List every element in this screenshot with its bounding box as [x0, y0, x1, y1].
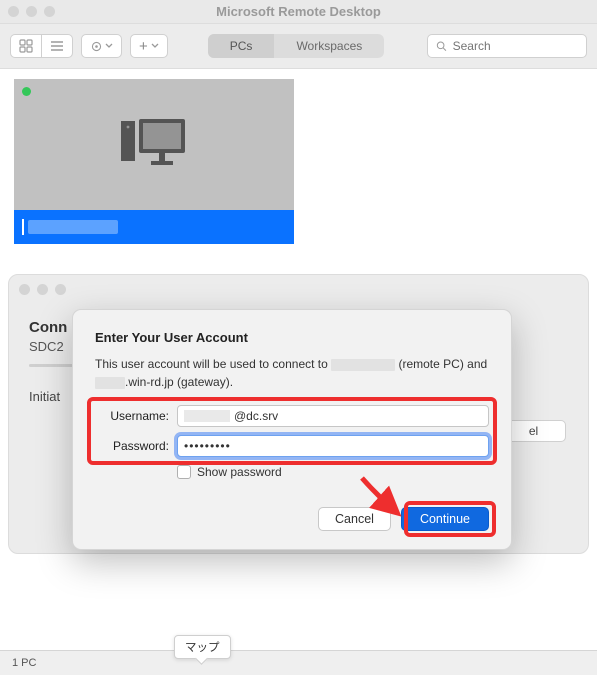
username-field[interactable]: @dc.srv — [177, 405, 489, 427]
gear-icon — [90, 40, 103, 53]
tab-pcs[interactable]: PCs — [208, 34, 275, 58]
redacted-username — [184, 410, 230, 422]
redacted-gateway — [95, 377, 125, 389]
pc-thumbnail — [14, 79, 294, 210]
tab-workspaces[interactable]: Workspaces — [274, 34, 384, 58]
dialog-desc-part3: .win-rd.jp (gateway). — [125, 375, 233, 389]
tooltip-text: マップ — [185, 642, 220, 654]
main-area: Conn SDC2 Initiat el Enter Your User Acc… — [0, 69, 597, 650]
username-label: Username: — [95, 409, 169, 423]
password-field[interactable]: ••••••••• — [177, 435, 489, 457]
list-view-button[interactable] — [41, 34, 73, 58]
zoom-icon[interactable] — [55, 284, 66, 295]
tooltip: マップ — [174, 635, 231, 659]
text-cursor — [22, 219, 24, 235]
cancel-button[interactable]: Cancel — [318, 507, 391, 531]
dialog-desc-part2: (remote PC) and — [395, 357, 487, 371]
pc-label — [14, 210, 294, 244]
redacted-host — [331, 359, 395, 371]
search-icon — [436, 40, 447, 52]
chevron-down-icon — [151, 42, 159, 50]
pc-card[interactable] — [14, 79, 294, 244]
titlebar: Microsoft Remote Desktop — [0, 0, 597, 24]
status-dot-connected — [22, 87, 31, 96]
plus-icon: + — [139, 39, 148, 54]
search-box[interactable] — [427, 34, 587, 58]
grid-view-button[interactable] — [10, 34, 41, 58]
credentials-form: Username: @dc.srv Password: ••••••••• — [95, 405, 489, 457]
dialog-buttons: Cancel Continue — [95, 507, 489, 531]
toolbar: + PCs Workspaces — [0, 24, 597, 69]
panel-window-controls — [19, 284, 66, 295]
settings-button[interactable] — [81, 34, 122, 58]
desktop-icon — [115, 117, 193, 173]
dialog-desc-part1: This user account will be used to connec… — [95, 357, 331, 371]
show-password-label: Show password — [197, 465, 282, 479]
show-password-row: Show password — [177, 465, 489, 479]
close-icon[interactable] — [19, 284, 30, 295]
pc-name-redacted — [28, 220, 118, 234]
chevron-down-icon — [105, 42, 113, 50]
continue-button[interactable]: Continue — [401, 507, 489, 531]
view-mode-group — [10, 34, 73, 58]
grid-icon — [19, 39, 33, 53]
tab-segment: PCs Workspaces — [208, 34, 384, 58]
credentials-dialog: Enter Your User Account This user accoun… — [72, 309, 512, 550]
add-button[interactable]: + — [130, 34, 168, 58]
minimize-icon[interactable] — [37, 284, 48, 295]
list-icon — [50, 39, 64, 53]
window-title: Microsoft Remote Desktop — [0, 4, 597, 19]
statusbar: 1 PC — [0, 650, 597, 675]
dialog-description: This user account will be used to connec… — [95, 355, 489, 391]
show-password-checkbox[interactable] — [177, 465, 191, 479]
search-input[interactable] — [453, 39, 578, 53]
dialog-title: Enter Your User Account — [95, 330, 489, 345]
password-label: Password: — [95, 439, 169, 453]
username-suffix: @dc.srv — [234, 409, 278, 423]
pc-count: 1 PC — [12, 657, 36, 669]
